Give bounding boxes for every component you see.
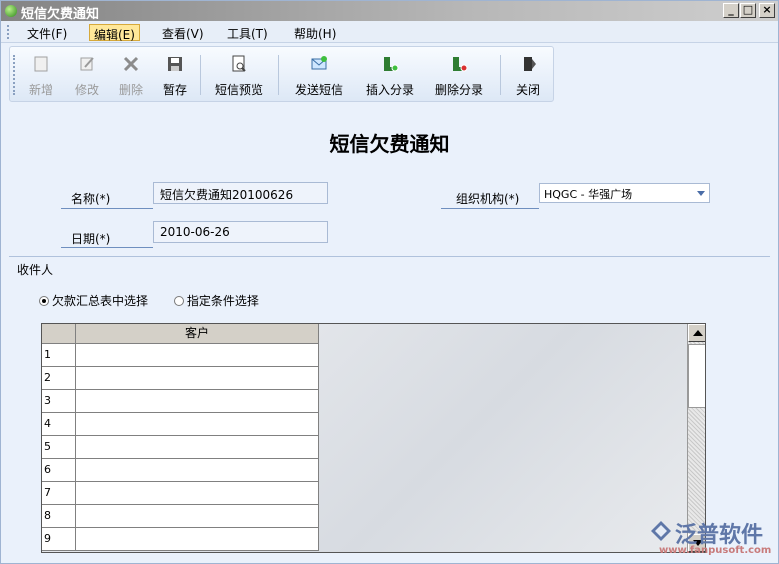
- org-select[interactable]: HQGC - 华强广场: [539, 183, 710, 203]
- name-label: 名称(*): [71, 192, 111, 206]
- customer-cell[interactable]: [76, 344, 319, 367]
- delete-button[interactable]: 删除: [110, 51, 152, 99]
- org-select-value: HQGC - 华强广场: [544, 188, 633, 201]
- toolbar-separator: [500, 55, 501, 95]
- watermark: 泛普软件 www.fanpusoft.com: [649, 517, 774, 561]
- table-row[interactable]: 7: [42, 482, 319, 505]
- sms-preview-button[interactable]: 短信预览: [206, 51, 272, 99]
- customer-grid: 客户 123456789: [41, 323, 706, 553]
- menu-help[interactable]: 帮助(H): [290, 24, 340, 41]
- section-title: 收件人: [17, 263, 54, 277]
- app-window: 短信欠费通知 _ □ × 文件(F) 编辑(E) 查看(V) 工具(T) 帮助(…: [0, 0, 779, 564]
- preview-icon: [232, 55, 246, 72]
- menu-bar: 文件(F) 编辑(E) 查看(V) 工具(T) 帮助(H): [1, 21, 778, 43]
- close-button[interactable]: ×: [759, 3, 775, 18]
- customer-cell[interactable]: [76, 367, 319, 390]
- customer-cell[interactable]: [76, 505, 319, 528]
- row-number[interactable]: 8: [42, 505, 76, 528]
- delete-row-icon: [453, 57, 468, 72]
- customer-cell[interactable]: [76, 436, 319, 459]
- delete-row-button[interactable]: 删除分录: [426, 51, 492, 99]
- table-row[interactable]: 2: [42, 367, 319, 390]
- toolbar-separator: [200, 55, 201, 95]
- arrow-up-icon: [693, 330, 703, 336]
- edit-icon: [80, 57, 94, 71]
- save-icon: [168, 57, 182, 71]
- radio-from-summary[interactable]: 欠款汇总表中选择: [39, 294, 148, 308]
- customer-cell[interactable]: [76, 482, 319, 505]
- customer-cell[interactable]: [76, 459, 319, 482]
- close-door-icon: [524, 57, 536, 71]
- save-draft-button[interactable]: 暂存: [155, 51, 195, 99]
- send-sms-button[interactable]: 发送短信: [286, 51, 352, 99]
- table-row[interactable]: 8: [42, 505, 319, 528]
- toolbar: 新增 修改 删除 暂存 短信预览 发送短信 插入分录 删除分录 关闭: [9, 46, 554, 102]
- title-bar: 短信欠费通知 _ □ ×: [1, 1, 778, 22]
- insert-row-button[interactable]: 插入分录: [357, 51, 423, 99]
- menu-tools[interactable]: 工具(T): [223, 24, 272, 41]
- grid-header-customer[interactable]: 客户: [76, 324, 319, 344]
- menu-edit[interactable]: 编辑(E): [89, 24, 140, 42]
- watermark-logo-icon: [651, 521, 671, 541]
- table-row[interactable]: 9: [42, 528, 319, 551]
- chevron-down-icon[interactable]: [697, 191, 705, 196]
- maximize-button[interactable]: □: [740, 3, 756, 18]
- menu-view[interactable]: 查看(V): [158, 24, 208, 41]
- grid-corner[interactable]: [42, 324, 76, 344]
- org-label: 组织机构(*): [456, 192, 520, 206]
- customer-cell[interactable]: [76, 390, 319, 413]
- row-number[interactable]: 1: [42, 344, 76, 367]
- close-form-button[interactable]: 关闭: [508, 51, 548, 99]
- row-number[interactable]: 9: [42, 528, 76, 551]
- radio-group: 欠款汇总表中选择 指定条件选择: [39, 292, 259, 309]
- form-content: 短信欠费通知 名称(*) 短信欠费通知20100626 组织机构(*) HQGC…: [9, 104, 770, 559]
- send-sms-icon: [311, 56, 327, 70]
- recipients-section: 收件人 欠款汇总表中选择 指定条件选择 客户 123456789: [9, 256, 770, 558]
- new-button[interactable]: 新增: [20, 51, 62, 99]
- table-row[interactable]: 4: [42, 413, 319, 436]
- radio-selected-icon[interactable]: [39, 296, 49, 306]
- customer-cell[interactable]: [76, 413, 319, 436]
- date-label: 日期(*): [71, 232, 111, 246]
- minimize-button[interactable]: _: [723, 3, 739, 18]
- name-field[interactable]: 短信欠费通知20100626: [153, 182, 328, 204]
- row-number[interactable]: 3: [42, 390, 76, 413]
- table-row[interactable]: 5: [42, 436, 319, 459]
- form-title: 短信欠费通知: [329, 132, 450, 156]
- scroll-up-button[interactable]: [688, 324, 705, 342]
- radio-by-condition[interactable]: 指定条件选择: [173, 294, 259, 308]
- row-number[interactable]: 7: [42, 482, 76, 505]
- row-number[interactable]: 5: [42, 436, 76, 459]
- app-icon: [5, 5, 17, 17]
- name-underline: [61, 208, 153, 209]
- table-row[interactable]: 6: [42, 459, 319, 482]
- org-underline: [441, 208, 539, 209]
- watermark-url: www.fanpusoft.com: [659, 545, 772, 556]
- date-underline: [61, 247, 153, 248]
- toolbar-grip: [13, 55, 15, 95]
- menu-grip: [7, 25, 9, 39]
- menu-file[interactable]: 文件(F): [23, 24, 71, 41]
- date-field[interactable]: 2010-06-26: [153, 221, 328, 243]
- delete-icon: [123, 56, 139, 72]
- customer-cell[interactable]: [76, 528, 319, 551]
- new-icon: [34, 56, 48, 72]
- toolbar-separator: [278, 55, 279, 95]
- scroll-thumb[interactable]: [688, 344, 705, 408]
- radio-unselected-icon[interactable]: [173, 296, 184, 306]
- edit-button[interactable]: 修改: [66, 51, 108, 99]
- window-title: 短信欠费通知: [21, 7, 100, 22]
- row-number[interactable]: 6: [42, 459, 76, 482]
- table-row[interactable]: 3: [42, 390, 319, 413]
- row-number[interactable]: 2: [42, 367, 76, 390]
- row-number[interactable]: 4: [42, 413, 76, 436]
- table-row[interactable]: 1: [42, 344, 319, 367]
- insert-row-icon: [384, 57, 399, 72]
